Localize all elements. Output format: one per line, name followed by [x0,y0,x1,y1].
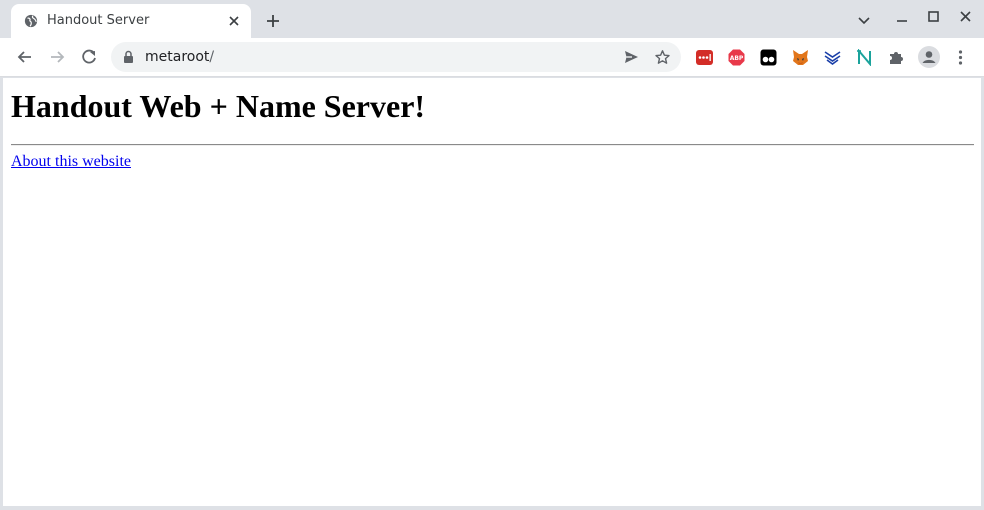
reload-icon[interactable] [80,48,98,66]
tab-title: Handout Server [47,13,150,28]
puzzle-extensions-icon[interactable] [888,49,905,66]
tampermonkey-icon[interactable] [760,49,777,66]
tab-search-chevron-icon[interactable] [856,12,872,28]
browser-window: Handout Server metaroot/ ABP Handout Web… [0,0,984,510]
minimize-icon[interactable] [894,12,910,28]
browser-toolbar: metaroot/ ABP [0,38,984,77]
maximize-icon[interactable] [926,9,942,25]
tab-active[interactable]: Handout Server [11,4,251,38]
profile-avatar-icon[interactable] [918,46,940,68]
lastpass-icon[interactable] [696,49,713,66]
new-tab-icon[interactable] [264,12,282,30]
lock-icon[interactable] [122,50,135,64]
page-content: Handout Web + Name Server! About this we… [3,78,981,506]
globe-icon [24,14,38,28]
kebab-menu-icon[interactable] [952,49,969,66]
close-tab-icon[interactable] [227,14,241,28]
bookmark-star-icon[interactable] [654,49,671,66]
url-path: / [209,49,215,65]
back-arrow-icon[interactable] [16,48,34,66]
readwise-icon[interactable] [824,49,841,66]
forward-arrow-icon[interactable] [48,48,66,66]
url-host: metaroot [145,49,210,65]
tab-strip: Handout Server [0,0,984,38]
metamask-icon[interactable] [792,49,809,66]
page-heading: Handout Web + Name Server! [11,88,426,124]
notion-n-icon[interactable] [856,49,873,66]
adblock-plus-icon[interactable]: ABP [728,49,745,66]
url-text[interactable]: metaroot/ [145,49,214,65]
address-bar[interactable]: metaroot/ [111,42,681,72]
about-link[interactable]: About this website [11,153,131,171]
horizontal-rule [11,144,974,146]
close-window-icon[interactable] [958,9,974,25]
svg-text:ABP: ABP [730,55,744,62]
send-to-devices-icon[interactable] [623,49,639,65]
